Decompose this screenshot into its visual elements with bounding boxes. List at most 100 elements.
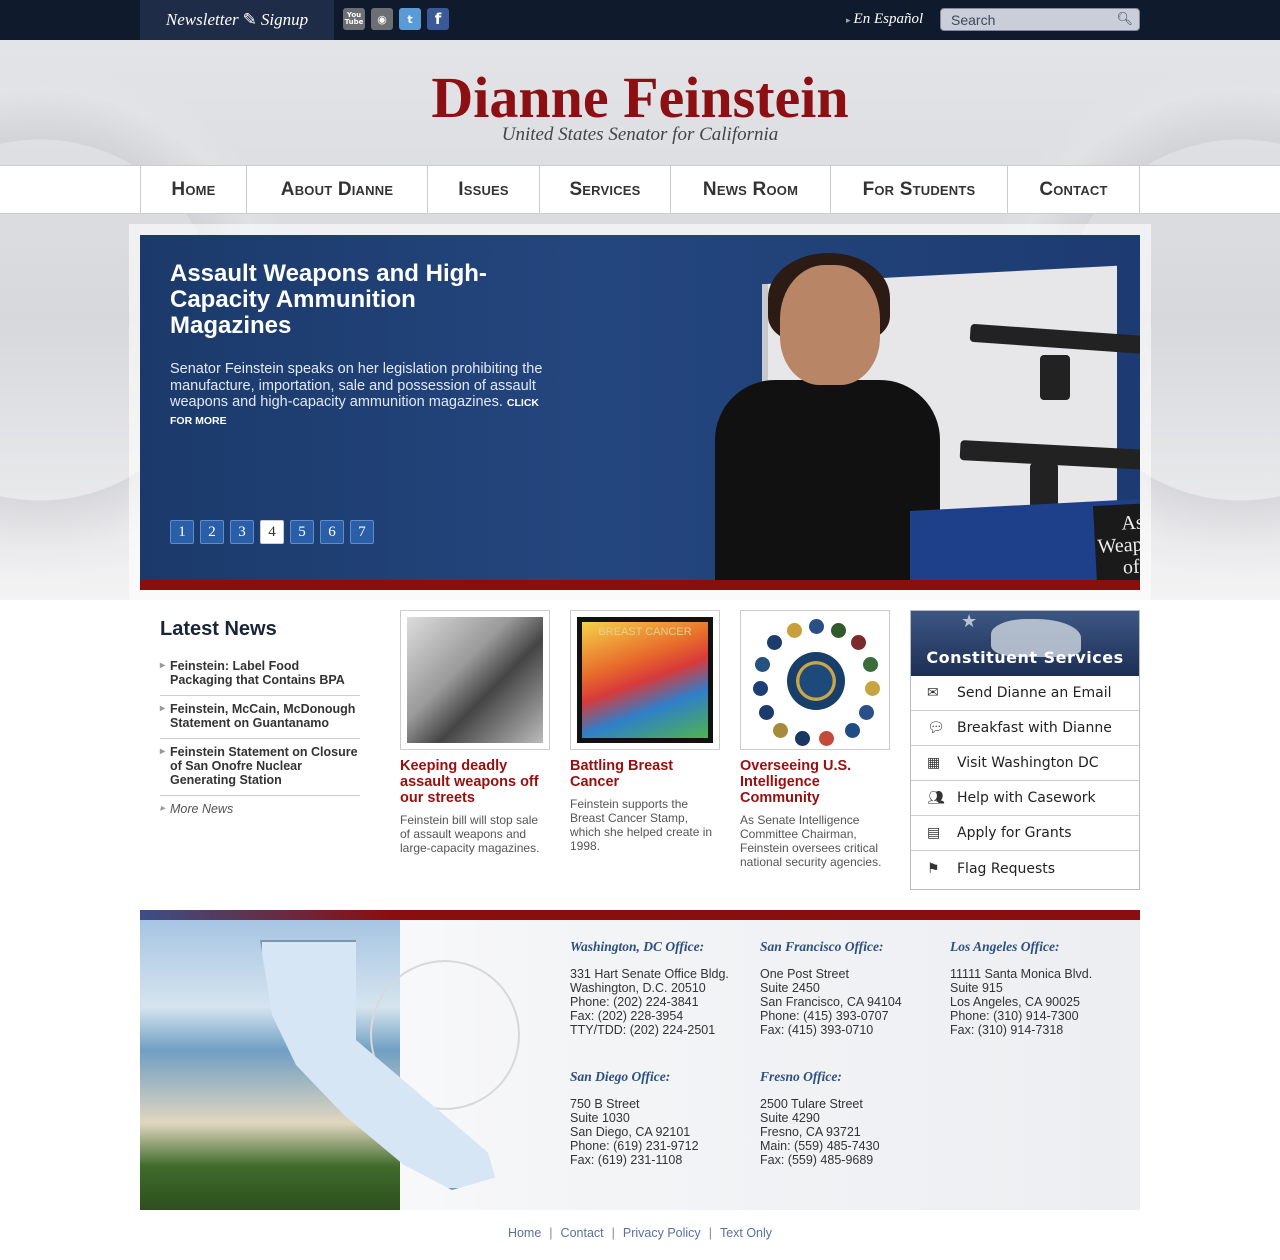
people-icon: 👥︎: [927, 790, 945, 806]
rss-icon[interactable]: ◉: [371, 8, 393, 30]
cs-item-label: Send Dianne an Email: [957, 685, 1112, 701]
more-news-link[interactable]: More News: [160, 796, 360, 824]
chat-icon: 💬︎: [927, 720, 945, 736]
office-line: Main: (559) 485-7430: [760, 1139, 880, 1153]
nav-home[interactable]: Home: [141, 165, 247, 214]
list-item[interactable]: Feinstein Statement on Closure of San On…: [160, 739, 360, 796]
search-box: 🔍︎: [940, 8, 1140, 31]
footer-links: Home | Contact | Privacy Policy | Text Only: [0, 1226, 1280, 1240]
breakfast-link[interactable]: 💬︎ Breakfast with Dianne: [911, 711, 1139, 746]
site-title[interactable]: Dianne Feinstein: [0, 64, 1280, 131]
office-heading: San Francisco Office:: [760, 939, 884, 954]
office-line: Fax: (619) 231-1108: [570, 1153, 683, 1167]
feature-title[interactable]: Keeping deadly assault weapons off our s…: [400, 758, 550, 806]
agency-seal: [865, 681, 880, 696]
hero-page-1[interactable]: 1: [170, 520, 194, 544]
office-washington: Washington, DC Office: 331 Hart Senate O…: [570, 939, 729, 1038]
office-line: Fax: (202) 228-3954: [570, 1009, 684, 1023]
footer-text-only-link[interactable]: Text Only: [720, 1226, 772, 1240]
feature-card-breast-cancer: BREAST CANCER Battling Breast Cancer Fei…: [570, 610, 720, 853]
list-item[interactable]: Feinstein: Label Food Packaging that Con…: [160, 653, 360, 696]
footer-separator: |: [708, 1226, 712, 1240]
search-icon[interactable]: 🔍︎: [1116, 11, 1133, 27]
hero-page-3[interactable]: 3: [230, 520, 254, 544]
visit-dc-link[interactable]: ▦ Visit Washington DC: [911, 746, 1139, 781]
feature-thumbnail[interactable]: BREAST CANCER: [570, 610, 720, 750]
cs-item-label: Flag Requests: [957, 860, 1056, 877]
latest-news-heading: Latest News: [160, 618, 277, 640]
send-email-link[interactable]: ✉ Send Dianne an Email: [911, 676, 1139, 711]
nav-services[interactable]: Services: [540, 165, 671, 214]
hero-page-5[interactable]: 5: [290, 520, 314, 544]
cs-item-label: Visit Washington DC: [957, 755, 1099, 771]
social-links: You Tube ◉ t f: [343, 8, 449, 30]
site-subtitle: United States Senator for California: [501, 124, 779, 145]
office-line: Suite 4290: [760, 1111, 820, 1125]
hero-page-6[interactable]: 6: [320, 520, 344, 544]
office-line: 11111 Santa Monica Blvd.: [950, 967, 1093, 981]
office-line: 331 Hart Senate Office Bldg.: [570, 967, 729, 981]
office-heading: Washington, DC Office:: [570, 939, 705, 954]
office-los-angeles: Los Angeles Office: 11111 Santa Monica B…: [950, 940, 1093, 1038]
footer-contact-link[interactable]: Contact: [561, 1226, 604, 1240]
constituent-services-heading: Constituent Services: [926, 648, 1124, 667]
document-icon: ▤: [927, 825, 941, 841]
cs-item-label: Help with Casework: [957, 790, 1096, 806]
feature-title[interactable]: Battling Breast Cancer: [570, 758, 720, 790]
nav-about-dianne[interactable]: About Dianne: [247, 165, 428, 214]
offices-top-bar: [140, 910, 1140, 920]
hero-page-2[interactable]: 2: [200, 520, 224, 544]
signup-label: Signup: [260, 10, 309, 29]
grants-link[interactable]: ▤ Apply for Grants: [911, 816, 1139, 851]
feature-thumbnail[interactable]: [400, 610, 550, 750]
footer-privacy-link[interactable]: Privacy Policy: [623, 1226, 701, 1240]
office-san-diego: San Diego Office: 750 B Street Suite 103…: [570, 1070, 699, 1168]
office-line: Fax: (310) 914-7318: [950, 1023, 1064, 1037]
hero-headline[interactable]: Assault Weapons and High-Capacity Ammuni…: [170, 261, 530, 339]
office-line: Fax: (559) 485-9689: [760, 1153, 874, 1167]
search-input[interactable]: [941, 9, 1116, 30]
office-line: Phone: (310) 914-7300: [950, 1009, 1079, 1023]
breast-cancer-stamp-image: BREAST CANCER: [577, 617, 713, 743]
cs-item-label: Breakfast with Dianne: [957, 720, 1112, 736]
office-heading: Fresno Office:: [760, 1069, 842, 1084]
main-nav: Home About Dianne Issues Services News R…: [140, 165, 1140, 214]
office-line: Suite 2450: [760, 981, 820, 995]
hero-photo-person-face: [780, 265, 880, 385]
office-line: San Diego, CA 92101: [570, 1125, 691, 1139]
footer-home-link[interactable]: Home: [508, 1226, 541, 1240]
feature-thumbnail[interactable]: [740, 610, 890, 750]
office-line: Phone: (619) 231-9712: [570, 1139, 699, 1153]
newsletter-signup-button[interactable]: Newsletter ✎ Signup: [140, 0, 334, 40]
footer-separator: |: [549, 1226, 553, 1240]
facebook-icon[interactable]: f: [427, 8, 449, 30]
feature-title[interactable]: Overseeing U.S. Intelligence Community: [740, 758, 890, 806]
agency-seal: [831, 623, 846, 638]
youtube-icon[interactable]: You Tube: [343, 8, 365, 30]
office-line: San Francisco, CA 94104: [760, 995, 902, 1009]
list-item[interactable]: Feinstein, McCain, McDonough Statement o…: [160, 696, 360, 739]
hero-slider[interactable]: Assault Weapons Ban of 2013 Assault Weap…: [140, 235, 1140, 580]
feature-text: Feinstein bill will stop sale of assault…: [400, 813, 540, 855]
flag-requests-link[interactable]: ⚑ Flag Requests: [911, 851, 1139, 886]
nav-contact[interactable]: Contact: [1008, 165, 1139, 214]
nav-news-room[interactable]: News Room: [671, 165, 831, 214]
nav-for-students[interactable]: For Students: [831, 165, 1008, 214]
hero-page-7[interactable]: 7: [350, 520, 374, 544]
office-line: Fresno, CA 93721: [760, 1125, 861, 1139]
hero-page-4[interactable]: 4: [260, 520, 284, 544]
hero-body-text: Senator Feinstein speaks on her legislat…: [170, 361, 543, 410]
office-line: 2500 Tulare Street: [760, 1097, 863, 1111]
twitter-icon[interactable]: t: [399, 8, 421, 30]
hero-photo-person-body: [715, 380, 940, 580]
feature-card-assault-weapons: Keeping deadly assault weapons off our s…: [400, 610, 550, 855]
office-san-francisco: San Francisco Office: One Post Street Su…: [760, 939, 902, 1038]
espanol-link[interactable]: ▸ En Español: [846, 11, 923, 28]
nav-issues[interactable]: Issues: [428, 165, 540, 214]
casework-link[interactable]: 👥︎ Help with Casework: [911, 781, 1139, 816]
hero-photo-rifle-bottom-mag: [1030, 463, 1058, 508]
envelope-icon: ✉: [927, 685, 939, 701]
espanol-label: En Español: [853, 11, 924, 27]
agency-seal: [787, 623, 802, 638]
feature-text: As Senate Intelligence Committee Chairma…: [740, 813, 882, 869]
